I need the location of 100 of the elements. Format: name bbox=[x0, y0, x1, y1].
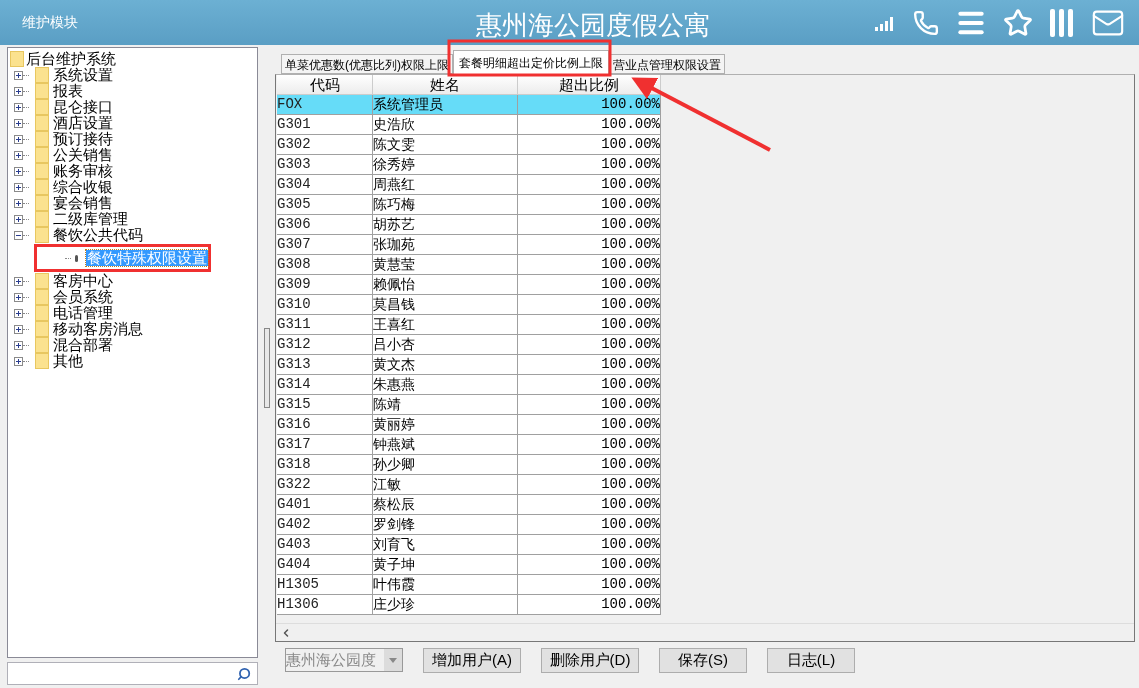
table-row[interactable]: G401 蔡松辰 100.00% bbox=[277, 495, 661, 515]
table-cell: 100.00% bbox=[518, 235, 661, 254]
table-row[interactable]: G312 吕小杏 100.00% bbox=[277, 335, 661, 355]
table-row[interactable]: G313 黄文杰 100.00% bbox=[277, 355, 661, 375]
tree-item[interactable]: 移动客房消息 bbox=[53, 321, 143, 337]
column-header[interactable]: 代码 bbox=[277, 75, 373, 94]
action-button[interactable]: 保存(S) bbox=[659, 647, 747, 673]
expand-icon[interactable] bbox=[14, 308, 23, 318]
table-row[interactable]: G305 陈巧梅 100.00% bbox=[277, 195, 661, 215]
expand-icon[interactable] bbox=[14, 276, 23, 286]
tab[interactable]: 套餐明细超出定价比例上限 bbox=[453, 50, 609, 74]
tree-item[interactable]: 账务审核 bbox=[53, 163, 113, 179]
tree-item[interactable]: 客房中心 bbox=[53, 273, 113, 289]
table-cell: H1305 bbox=[277, 575, 373, 594]
table-row[interactable]: G310 莫昌钱 100.00% bbox=[277, 295, 661, 315]
table-cell: G310 bbox=[277, 295, 373, 314]
tree-item[interactable]: 会员系统 bbox=[53, 289, 113, 305]
expand-icon[interactable] bbox=[14, 324, 23, 334]
column-header[interactable]: 姓名 bbox=[373, 75, 518, 94]
expand-icon[interactable] bbox=[14, 70, 23, 80]
tree-item[interactable]: 二级库管理 bbox=[53, 211, 128, 227]
tree-item[interactable]: 昆仑接口 bbox=[53, 99, 113, 115]
table-row[interactable]: G311 王喜红 100.00% bbox=[277, 315, 661, 335]
expand-icon[interactable] bbox=[14, 198, 23, 208]
tree-item[interactable]: 后台维护系统 bbox=[26, 51, 116, 67]
search-icon[interactable] bbox=[237, 666, 251, 681]
tree-item[interactable]: 混合部署 bbox=[53, 337, 113, 353]
window-title: 惠州海公园度假公寓 bbox=[476, 9, 710, 42]
table-cell: FOX bbox=[277, 95, 373, 114]
expand-icon[interactable] bbox=[14, 182, 23, 192]
table-row[interactable]: G303 徐秀婷 100.00% bbox=[277, 155, 661, 175]
expand-icon[interactable] bbox=[14, 134, 23, 144]
table-row[interactable]: FOX 系统管理员 100.00% bbox=[277, 95, 661, 115]
columns-icon[interactable] bbox=[1049, 7, 1075, 38]
tree-item[interactable]: 预订接待 bbox=[53, 131, 113, 147]
table-row[interactable]: G307 张珈苑 100.00% bbox=[277, 235, 661, 255]
table-row[interactable]: H1306 庄少珍 100.00% bbox=[277, 595, 661, 615]
action-button[interactable]: 增加用户(A) bbox=[423, 647, 521, 673]
table-cell: H1306 bbox=[277, 595, 373, 614]
expand-icon[interactable] bbox=[14, 150, 23, 160]
table-row[interactable]: H1305 叶伟霞 100.00% bbox=[277, 575, 661, 595]
folder-icon bbox=[35, 353, 49, 369]
table-cell: 100.00% bbox=[518, 535, 661, 554]
table-cell: 黄慧莹 bbox=[373, 255, 518, 274]
expand-icon[interactable] bbox=[14, 118, 23, 128]
horizontal-scrollbar[interactable] bbox=[276, 623, 1134, 641]
expand-icon[interactable] bbox=[14, 292, 23, 302]
table-row[interactable]: G304 周燕红 100.00% bbox=[277, 175, 661, 195]
table-row[interactable]: G314 朱惠燕 100.00% bbox=[277, 375, 661, 395]
folder-icon bbox=[35, 227, 49, 243]
table-cell: 100.00% bbox=[518, 155, 661, 174]
expand-icon[interactable] bbox=[14, 356, 23, 366]
folder-icon bbox=[35, 83, 49, 99]
tab[interactable]: 营业点管理权限设置 bbox=[609, 54, 725, 74]
tree-item[interactable]: 报表 bbox=[53, 83, 83, 99]
table-cell: G306 bbox=[277, 215, 373, 234]
star-icon[interactable] bbox=[1003, 7, 1033, 38]
tree-item[interactable]: 电话管理 bbox=[53, 305, 113, 321]
expand-icon[interactable] bbox=[14, 102, 23, 112]
tree-item[interactable]: 酒店设置 bbox=[53, 115, 113, 131]
table-row[interactable]: G402 罗剑锋 100.00% bbox=[277, 515, 661, 535]
tab[interactable]: 单菜优惠数(优惠比列)权限上限 bbox=[281, 54, 453, 74]
table-row[interactable]: G318 孙少卿 100.00% bbox=[277, 455, 661, 475]
tree-item[interactable]: 餐饮公共代码 bbox=[53, 227, 143, 243]
table-cell: 100.00% bbox=[518, 595, 661, 614]
table-row[interactable]: G403 刘育飞 100.00% bbox=[277, 535, 661, 555]
table-row[interactable]: G317 钟燕斌 100.00% bbox=[277, 435, 661, 455]
table-row[interactable]: G404 黄子坤 100.00% bbox=[277, 555, 661, 575]
table-row[interactable]: G322 江敏 100.00% bbox=[277, 475, 661, 495]
tree-item[interactable]: 系统设置 bbox=[53, 67, 113, 83]
expand-icon[interactable] bbox=[14, 166, 23, 176]
table-cell: 100.00% bbox=[518, 215, 661, 234]
table-cell: 莫昌钱 bbox=[373, 295, 518, 314]
table-row[interactable]: G309 赖佩怡 100.00% bbox=[277, 275, 661, 295]
expand-icon[interactable] bbox=[14, 214, 23, 224]
splitter-handle[interactable] bbox=[263, 327, 270, 408]
table-cell: G307 bbox=[277, 235, 373, 254]
table-cell: 陈巧梅 bbox=[373, 195, 518, 214]
table-row[interactable]: G315 陈靖 100.00% bbox=[277, 395, 661, 415]
tree-item[interactable]: 公关销售 bbox=[53, 147, 113, 163]
table-cell: G318 bbox=[277, 455, 373, 474]
action-button[interactable]: 删除用户(D) bbox=[541, 647, 639, 673]
expand-icon[interactable] bbox=[14, 340, 23, 350]
phone-icon[interactable] bbox=[913, 9, 939, 36]
search-field[interactable] bbox=[7, 662, 258, 685]
table-row[interactable]: G316 黄丽婷 100.00% bbox=[277, 415, 661, 435]
table-cell: 100.00% bbox=[518, 435, 661, 454]
table-row[interactable]: G308 黄慧莹 100.00% bbox=[277, 255, 661, 275]
action-button[interactable]: 日志(L) bbox=[767, 647, 855, 673]
tree-item[interactable]: 其他 bbox=[53, 353, 83, 369]
collapse-icon[interactable] bbox=[14, 230, 23, 240]
table-cell: G303 bbox=[277, 155, 373, 174]
table-row[interactable]: G302 陈文雯 100.00% bbox=[277, 135, 661, 155]
table-cell: G314 bbox=[277, 375, 373, 394]
expand-icon[interactable] bbox=[14, 86, 23, 96]
tree-item[interactable]: 宴会销售 bbox=[53, 195, 113, 211]
table-row[interactable]: G306 胡苏艺 100.00% bbox=[277, 215, 661, 235]
table-cell: 100.00% bbox=[518, 115, 661, 134]
table-row[interactable]: G301 史浩欣 100.00% bbox=[277, 115, 661, 135]
tree-item[interactable]: 综合收银 bbox=[53, 179, 113, 195]
